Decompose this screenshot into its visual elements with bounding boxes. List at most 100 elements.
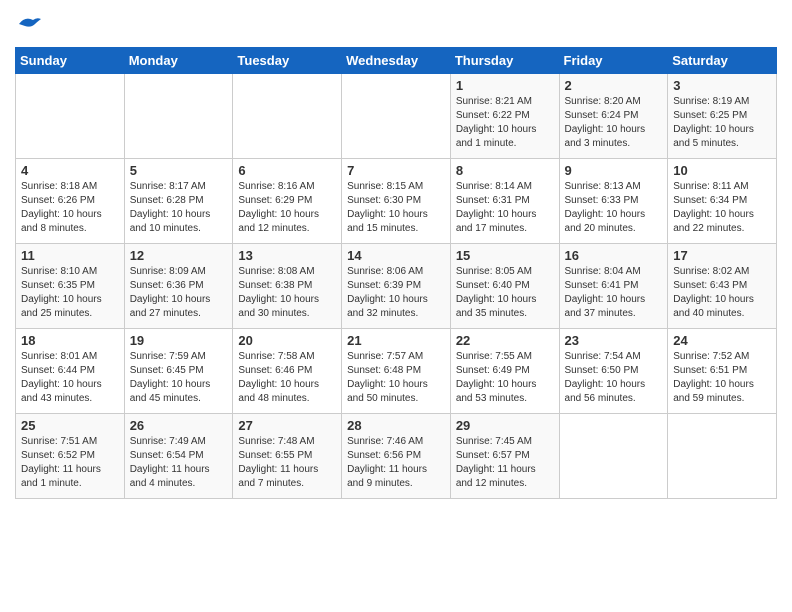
day-number: 3 [673, 78, 771, 93]
day-info: Sunrise: 8:15 AM Sunset: 6:30 PM Dayligh… [347, 180, 445, 236]
calendar-cell: 28Sunrise: 7:46 AM Sunset: 6:56 PM Dayli… [342, 413, 451, 498]
day-info: Sunrise: 7:52 AM Sunset: 6:51 PM Dayligh… [673, 350, 771, 406]
day-number: 20 [238, 333, 336, 348]
day-info: Sunrise: 7:46 AM Sunset: 6:56 PM Dayligh… [347, 435, 445, 491]
calendar-cell: 18 Sunrise: 8:01 AM Sunset: 6:44 PM Dayli… [16, 328, 125, 413]
day-number: 29 [456, 418, 554, 433]
calendar-week-row: 11 Sunrise: 8:10 AM Sunset: 6:35 PM Dayli… [16, 243, 777, 328]
calendar-cell [16, 73, 125, 158]
calendar-cell: 11 Sunrise: 8:10 AM Sunset: 6:35 PM Dayli… [16, 243, 125, 328]
logo [15, 14, 41, 39]
calendar-cell: 24Sunrise: 7:52 AM Sunset: 6:51 PM Dayli… [668, 328, 777, 413]
header-day: Monday [124, 47, 233, 73]
calendar-cell: 6 Sunrise: 8:16 AM Sunset: 6:29 PM Daylig… [233, 158, 342, 243]
calendar-cell [124, 73, 233, 158]
day-info: Sunrise: 8:21 AM Sunset: 6:22 PM Dayligh… [456, 95, 554, 151]
calendar-cell: 23 Sunrise: 7:54 AM Sunset: 6:50 PM Dayli… [559, 328, 668, 413]
day-number: 23 [565, 333, 663, 348]
day-number: 7 [347, 163, 445, 178]
day-info: Sunrise: 7:59 AM Sunset: 6:45 PM Dayligh… [130, 350, 228, 406]
day-info: Sunrise: 8:13 AM Sunset: 6:33 PM Dayligh… [565, 180, 663, 236]
calendar-cell: 14 Sunrise: 8:06 AM Sunset: 6:39 PM Dayli… [342, 243, 451, 328]
header-day: Sunday [16, 47, 125, 73]
calendar-cell: 16 Sunrise: 8:04 AM Sunset: 6:41 PM Dayli… [559, 243, 668, 328]
day-info: Sunrise: 7:57 AM Sunset: 6:48 PM Dayligh… [347, 350, 445, 406]
day-number: 12 [130, 248, 228, 263]
calendar-cell: 25 Sunrise: 7:51 AM Sunset: 6:52 PM Dayli… [16, 413, 125, 498]
calendar-week-row: 1Sunrise: 8:21 AM Sunset: 6:22 PM Daylig… [16, 73, 777, 158]
day-info: Sunrise: 8:08 AM Sunset: 6:38 PM Dayligh… [238, 265, 336, 321]
day-number: 26 [130, 418, 228, 433]
header-day: Tuesday [233, 47, 342, 73]
calendar-cell [233, 73, 342, 158]
day-info: Sunrise: 7:49 AM Sunset: 6:54 PM Dayligh… [130, 435, 228, 491]
day-info: Sunrise: 8:14 AM Sunset: 6:31 PM Dayligh… [456, 180, 554, 236]
day-info: Sunrise: 7:58 AM Sunset: 6:46 PM Dayligh… [238, 350, 336, 406]
day-number: 8 [456, 163, 554, 178]
calendar-cell [559, 413, 668, 498]
day-info: Sunrise: 8:11 AM Sunset: 6:34 PM Dayligh… [673, 180, 771, 236]
calendar-cell: 27 Sunrise: 7:48 AM Sunset: 6:55 PM Dayli… [233, 413, 342, 498]
calendar-week-row: 4 Sunrise: 8:18 AM Sunset: 6:26 PM Daylig… [16, 158, 777, 243]
calendar-cell: 13 Sunrise: 8:08 AM Sunset: 6:38 PM Dayli… [233, 243, 342, 328]
header-row: SundayMondayTuesdayWednesdayThursdayFrid… [16, 47, 777, 73]
day-number: 5 [130, 163, 228, 178]
day-info: Sunrise: 7:48 AM Sunset: 6:55 PM Dayligh… [238, 435, 336, 491]
day-info: Sunrise: 8:09 AM Sunset: 6:36 PM Dayligh… [130, 265, 228, 321]
day-info: Sunrise: 8:18 AM Sunset: 6:26 PM Dayligh… [21, 180, 119, 236]
calendar-cell: 8 Sunrise: 8:14 AM Sunset: 6:31 PM Daylig… [450, 158, 559, 243]
day-number: 10 [673, 163, 771, 178]
day-number: 4 [21, 163, 119, 178]
logo-bird-icon [17, 14, 41, 34]
day-info: Sunrise: 8:10 AM Sunset: 6:35 PM Dayligh… [21, 265, 119, 321]
day-number: 14 [347, 248, 445, 263]
day-info: Sunrise: 8:20 AM Sunset: 6:24 PM Dayligh… [565, 95, 663, 151]
day-number: 2 [565, 78, 663, 93]
day-number: 18 [21, 333, 119, 348]
day-info: Sunrise: 8:17 AM Sunset: 6:28 PM Dayligh… [130, 180, 228, 236]
calendar-cell: 12 Sunrise: 8:09 AM Sunset: 6:36 PM Dayli… [124, 243, 233, 328]
header-day: Thursday [450, 47, 559, 73]
day-info: Sunrise: 8:06 AM Sunset: 6:39 PM Dayligh… [347, 265, 445, 321]
calendar-cell: 2 Sunrise: 8:20 AM Sunset: 6:24 PM Daylig… [559, 73, 668, 158]
header-day: Friday [559, 47, 668, 73]
calendar-cell: 1Sunrise: 8:21 AM Sunset: 6:22 PM Daylig… [450, 73, 559, 158]
calendar-cell: 5 Sunrise: 8:17 AM Sunset: 6:28 PM Daylig… [124, 158, 233, 243]
day-number: 27 [238, 418, 336, 433]
day-number: 16 [565, 248, 663, 263]
day-number: 25 [21, 418, 119, 433]
calendar-table: SundayMondayTuesdayWednesdayThursdayFrid… [15, 47, 777, 499]
calendar-cell [668, 413, 777, 498]
calendar-cell: 17 Sunrise: 8:02 AM Sunset: 6:43 PM Dayli… [668, 243, 777, 328]
day-info: Sunrise: 7:45 AM Sunset: 6:57 PM Dayligh… [456, 435, 554, 491]
calendar-cell [342, 73, 451, 158]
day-number: 13 [238, 248, 336, 263]
calendar-week-row: 25 Sunrise: 7:51 AM Sunset: 6:52 PM Dayli… [16, 413, 777, 498]
day-number: 21 [347, 333, 445, 348]
day-info: Sunrise: 7:54 AM Sunset: 6:50 PM Dayligh… [565, 350, 663, 406]
day-info: Sunrise: 8:01 AM Sunset: 6:44 PM Dayligh… [21, 350, 119, 406]
day-number: 11 [21, 248, 119, 263]
day-number: 17 [673, 248, 771, 263]
day-number: 6 [238, 163, 336, 178]
calendar-week-row: 18 Sunrise: 8:01 AM Sunset: 6:44 PM Dayli… [16, 328, 777, 413]
calendar-cell: 20 Sunrise: 7:58 AM Sunset: 6:46 PM Dayli… [233, 328, 342, 413]
day-info: Sunrise: 8:19 AM Sunset: 6:25 PM Dayligh… [673, 95, 771, 151]
header-day: Wednesday [342, 47, 451, 73]
calendar-cell: 7 Sunrise: 8:15 AM Sunset: 6:30 PM Daylig… [342, 158, 451, 243]
day-number: 9 [565, 163, 663, 178]
day-info: Sunrise: 7:51 AM Sunset: 6:52 PM Dayligh… [21, 435, 119, 491]
day-info: Sunrise: 8:02 AM Sunset: 6:43 PM Dayligh… [673, 265, 771, 321]
calendar-cell: 26 Sunrise: 7:49 AM Sunset: 6:54 PM Dayli… [124, 413, 233, 498]
calendar-cell: 22Sunrise: 7:55 AM Sunset: 6:49 PM Dayli… [450, 328, 559, 413]
calendar-cell: 9 Sunrise: 8:13 AM Sunset: 6:33 PM Daylig… [559, 158, 668, 243]
calendar-cell: 4 Sunrise: 8:18 AM Sunset: 6:26 PM Daylig… [16, 158, 125, 243]
calendar-cell: 21 Sunrise: 7:57 AM Sunset: 6:48 PM Dayli… [342, 328, 451, 413]
day-info: Sunrise: 8:04 AM Sunset: 6:41 PM Dayligh… [565, 265, 663, 321]
page-header [15, 10, 777, 39]
day-info: Sunrise: 8:16 AM Sunset: 6:29 PM Dayligh… [238, 180, 336, 236]
header-day: Saturday [668, 47, 777, 73]
calendar-cell: 29 Sunrise: 7:45 AM Sunset: 6:57 PM Dayli… [450, 413, 559, 498]
day-number: 19 [130, 333, 228, 348]
calendar-cell: 10 Sunrise: 8:11 AM Sunset: 6:34 PM Dayli… [668, 158, 777, 243]
